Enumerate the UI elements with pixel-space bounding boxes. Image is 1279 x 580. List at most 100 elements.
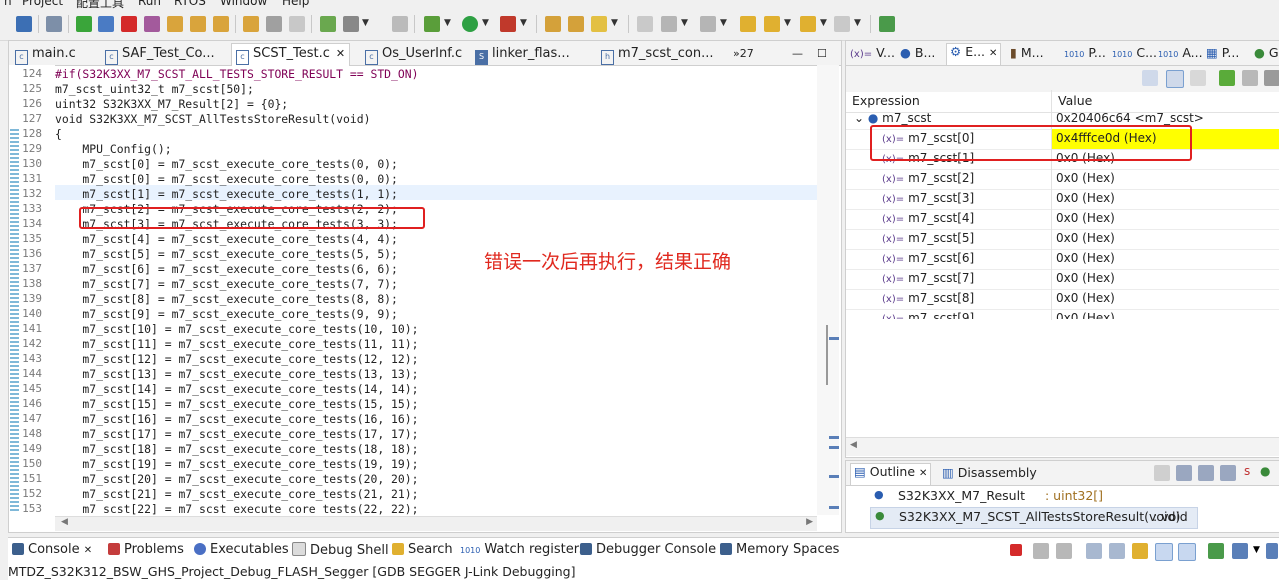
expression-value[interactable]: 0x0 (Hex) bbox=[1056, 211, 1115, 225]
menu-item-rtos[interactable]: RTOS bbox=[174, 0, 206, 8]
expand-toggle-icon[interactable]: ⌄ bbox=[854, 113, 868, 125]
code-line[interactable]: m7_scst[4] = m7_scst_execute_core_tests(… bbox=[55, 232, 397, 247]
menu-item-run[interactable]: Run bbox=[138, 0, 161, 8]
sort-icon[interactable] bbox=[1176, 465, 1192, 481]
open-type-icon[interactable] bbox=[568, 16, 584, 32]
tab-variables[interactable]: (x)= V... bbox=[850, 45, 895, 60]
hide-static-icon[interactable] bbox=[1220, 465, 1236, 481]
add-expression-icon[interactable] bbox=[1219, 70, 1235, 86]
code-line[interactable]: m7_scst[22] = m7_scst_execute_core_tests… bbox=[55, 502, 418, 515]
display-console-icon[interactable] bbox=[1232, 543, 1248, 559]
maximize-icon[interactable]: ☐ bbox=[817, 44, 827, 64]
code-line[interactable]: m7_scst[1] = m7_scst_execute_core_tests(… bbox=[55, 187, 397, 202]
scroll-left-icon[interactable]: ◀ bbox=[61, 517, 68, 527]
menu-item-window[interactable]: Window bbox=[220, 0, 267, 8]
chevron-down-icon[interactable]: ▼ bbox=[482, 18, 489, 28]
chevron-down-icon[interactable]: ▼ bbox=[720, 18, 727, 28]
tab-overflow[interactable]: »27 bbox=[733, 44, 754, 64]
tab-search[interactable]: Search bbox=[392, 542, 453, 557]
chevron-down-icon[interactable]: ▼ bbox=[520, 18, 527, 28]
code-line[interactable]: m7_scst[12] = m7_scst_execute_core_tests… bbox=[55, 352, 418, 367]
drop-frame-icon[interactable] bbox=[289, 16, 305, 32]
horizontal-scrollbar[interactable]: ◀ ▶ bbox=[55, 516, 817, 531]
tab-g[interactable]: ● G bbox=[1254, 45, 1279, 60]
tab-assembly[interactable]: 1010 A... bbox=[1158, 45, 1203, 60]
code-line[interactable]: m7_scst[9] = m7_scst_execute_core_tests(… bbox=[55, 307, 397, 322]
code-line[interactable]: m7_scst_uint32_t m7_scst[50]; bbox=[55, 82, 254, 97]
code-line[interactable]: m7_scst[20] = m7_scst_execute_core_tests… bbox=[55, 472, 418, 487]
code-editor[interactable]: c main.c c SAF_Test_Co... c SCST_Test.c ✕ cO… bbox=[8, 40, 842, 533]
show-on-output-icon[interactable] bbox=[1155, 543, 1173, 561]
debug-perspective-icon[interactable] bbox=[16, 16, 32, 32]
expression-row[interactable]: (x)= m7_scst[3] 0x0 (Hex) bbox=[846, 189, 1279, 210]
reset-icon[interactable] bbox=[320, 16, 336, 32]
new-console-icon[interactable] bbox=[1266, 543, 1278, 559]
code-line[interactable]: m7_scst[0] = m7_scst_execute_core_tests(… bbox=[55, 157, 397, 172]
run-to-line-icon[interactable] bbox=[243, 16, 259, 32]
code-line[interactable]: m7_scst[17] = m7_scst_execute_core_tests… bbox=[55, 427, 418, 442]
collapse-all-icon[interactable] bbox=[1190, 70, 1206, 86]
expression-value[interactable]: 0x20406c64 <m7_scst> bbox=[1056, 113, 1204, 125]
chevron-down-icon[interactable]: ▼ bbox=[820, 18, 827, 28]
code-line[interactable]: m7_scst[10] = m7_scst_execute_core_tests… bbox=[55, 322, 418, 337]
disconnect-icon[interactable] bbox=[144, 16, 160, 32]
run-icon[interactable] bbox=[462, 16, 478, 32]
remove-expression-icon[interactable] bbox=[1242, 70, 1258, 86]
expression-value[interactable]: 0x0 (Hex) bbox=[1056, 171, 1115, 185]
close-icon[interactable]: ✕ bbox=[989, 48, 997, 59]
arrow-right-icon[interactable] bbox=[834, 16, 850, 32]
resume-icon[interactable] bbox=[76, 16, 92, 32]
code-line[interactable]: m7_scst[13] = m7_scst_execute_core_tests… bbox=[55, 367, 418, 382]
expression-row[interactable]: (x)= m7_scst[5] 0x0 (Hex) bbox=[846, 229, 1279, 250]
pencil-icon[interactable] bbox=[591, 16, 607, 32]
hide-members-icon[interactable]: ● bbox=[1260, 464, 1270, 478]
code-line[interactable]: m7_scst[11] = m7_scst_execute_core_tests… bbox=[55, 337, 418, 352]
build-icon[interactable] bbox=[343, 16, 359, 32]
tab-projects[interactable]: ▦ P... bbox=[1206, 45, 1239, 60]
scroll-left-icon[interactable]: ◀ bbox=[850, 440, 857, 450]
expression-value[interactable]: 0x0 (Hex) bbox=[1056, 271, 1115, 285]
tab-debugger-console[interactable]: Debugger Console bbox=[580, 542, 716, 557]
tab-main-c[interactable]: c main.c bbox=[15, 44, 76, 65]
expression-row[interactable]: (x)= m7_scst[2] 0x0 (Hex) bbox=[846, 169, 1279, 190]
tab-console[interactable]: Console ✕ bbox=[12, 542, 92, 557]
menu-item-help[interactable]: Help bbox=[282, 0, 309, 8]
code-line[interactable]: { bbox=[55, 127, 62, 142]
tab-os-userinf-c[interactable]: c Os_UserInf.c bbox=[365, 44, 462, 65]
code-line[interactable]: m7_scst[0] = m7_scst_execute_core_tests(… bbox=[55, 172, 397, 187]
previous-annotation-icon[interactable] bbox=[700, 16, 716, 32]
terminate-icon[interactable] bbox=[1010, 544, 1022, 556]
close-icon[interactable]: ✕ bbox=[336, 47, 345, 60]
menu-item-n[interactable]: n bbox=[4, 0, 12, 8]
tab-disassembly[interactable]: ▥ Disassembly bbox=[942, 465, 1037, 480]
clear-console-icon[interactable] bbox=[1086, 543, 1102, 559]
arrow-left-icon[interactable] bbox=[800, 16, 816, 32]
remove-all-icon[interactable] bbox=[1264, 70, 1279, 86]
outline-item-function[interactable]: ● S32K3XX_M7_SCST_AllTestsStoreResult(vo… bbox=[870, 507, 1198, 529]
show-type-names-icon[interactable] bbox=[1142, 70, 1158, 86]
code-area[interactable]: #if(S32K3XX_M7_SCST_ALL_TESTS_STORE_RESU… bbox=[55, 65, 817, 515]
collapse-all-icon[interactable] bbox=[1154, 465, 1170, 481]
open-perspective-icon[interactable] bbox=[879, 16, 895, 32]
tab-executables[interactable]: Executables bbox=[194, 542, 289, 557]
code-line[interactable]: m7_scst[16] = m7_scst_execute_core_tests… bbox=[55, 412, 418, 427]
tab-outline[interactable]: ▤ Outline ✕ bbox=[850, 463, 932, 485]
chevron-down-icon[interactable]: ▼ bbox=[681, 18, 688, 28]
back-icon[interactable] bbox=[764, 16, 780, 32]
minimize-icon[interactable]: — bbox=[792, 44, 803, 64]
code-line[interactable]: m7_scst[15] = m7_scst_execute_core_tests… bbox=[55, 397, 418, 412]
code-line[interactable]: m7_scst[18] = m7_scst_execute_core_tests… bbox=[55, 442, 418, 457]
code-line[interactable]: m7_scst[7] = m7_scst_execute_core_tests(… bbox=[55, 277, 397, 292]
open-folder-icon[interactable] bbox=[545, 16, 561, 32]
code-line[interactable]: void S32K3XX_M7_SCST_AllTestsStoreResult… bbox=[55, 112, 370, 127]
expression-column-header[interactable]: Expression bbox=[852, 93, 920, 108]
outline-item-result[interactable]: ● S32K3XX_M7_Result : uint32[] bbox=[870, 487, 1279, 507]
tab-linker-flash[interactable]: Slinker_flas... bbox=[475, 44, 570, 65]
tab-problems[interactable]: Problems bbox=[108, 542, 184, 557]
hide-fields-icon[interactable] bbox=[1198, 465, 1214, 481]
expression-row[interactable]: (x)= m7_scst[4] 0x0 (Hex) bbox=[846, 209, 1279, 230]
menu-item-project[interactable]: Project bbox=[22, 0, 63, 8]
scroll-lock-icon[interactable] bbox=[1109, 543, 1125, 559]
close-icon[interactable]: ✕ bbox=[84, 545, 92, 556]
tab-peripherals[interactable]: 1010 P... bbox=[1064, 45, 1106, 60]
